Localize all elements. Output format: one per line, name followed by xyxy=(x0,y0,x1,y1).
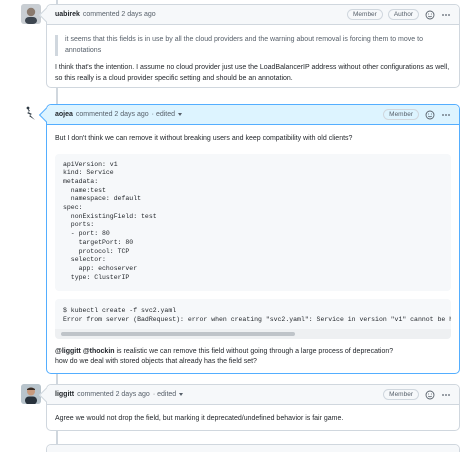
quoted-reply: it seems that this fields is in use by a… xyxy=(55,35,451,56)
shell-code-block: $ kubectl create -f svc2.yaml Error from… xyxy=(55,299,451,339)
triangle-down-icon xyxy=(179,393,184,396)
comment-aojea: aojea commented 2 days ago · edited Memb… xyxy=(38,104,460,376)
member-badge: Member xyxy=(383,109,419,120)
comment-header: liggitt commented 2 days ago · edited Me… xyxy=(38,385,459,405)
edited-label: · edited xyxy=(152,391,177,398)
edited-dropdown[interactable]: · edited xyxy=(151,111,183,118)
comment-timestamp[interactable]: commented 2 days ago xyxy=(83,11,156,18)
edited-dropdown[interactable]: · edited xyxy=(152,391,184,398)
comment-body: Agree we would not drop the field, but m… xyxy=(47,405,459,433)
smiley-icon[interactable] xyxy=(424,109,435,120)
yaml-code-block: apiVersion: v1 kind: Service metadata: n… xyxy=(55,153,451,292)
kebab-horizontal-icon[interactable] xyxy=(440,389,451,400)
comment-paragraph: I think that's the intention. I assume n… xyxy=(55,64,450,82)
member-badge: Member xyxy=(347,9,383,20)
comment-liggitt: liggitt commented 2 days ago · edited Me… xyxy=(38,384,460,433)
comment-body: it seems that this fields is in use by a… xyxy=(47,25,459,98)
outro-text: is realistic we can remove this field wi… xyxy=(114,347,394,355)
smiley-icon[interactable] xyxy=(424,9,435,20)
comment-body: But I don't think we can remove it witho… xyxy=(47,125,459,376)
comment-header: uabirek commented 2 days ago Member Auth… xyxy=(38,5,459,25)
edited-label: · edited xyxy=(151,111,176,118)
comment-author[interactable]: liggitt xyxy=(55,391,74,398)
author-badge: Author xyxy=(387,9,419,20)
smiley-icon[interactable] xyxy=(424,389,435,400)
outro-text-line2: how do we deal with stored objects that … xyxy=(55,358,257,366)
comment-timestamp[interactable]: commented 2 days ago xyxy=(76,111,149,118)
comment-author[interactable]: uabirek xyxy=(55,11,80,18)
comment-paragraph: But I don't think we can remove it witho… xyxy=(55,135,353,142)
kebab-horizontal-icon[interactable] xyxy=(440,9,451,20)
member-badge: Member xyxy=(383,389,419,400)
comment-header: aojea commented 2 days ago · edited Memb… xyxy=(38,105,459,125)
comment-paragraph: Agree we would not drop the field, but m… xyxy=(55,415,344,422)
comment-uabirek: uabirek commented 2 days ago Member Auth… xyxy=(38,4,460,88)
horizontal-scrollbar-thumb[interactable] xyxy=(61,331,295,336)
kebab-horizontal-icon[interactable] xyxy=(440,109,451,120)
comment-timestamp[interactable]: commented 2 days ago xyxy=(77,391,150,398)
comment-header xyxy=(47,445,459,452)
triangle-down-icon xyxy=(178,113,183,116)
comment-paragraph-mentions: @liggitt @thockin is realistic we can re… xyxy=(55,347,451,368)
mention-liggitt[interactable]: @liggitt xyxy=(55,348,81,355)
comment-author[interactable]: aojea xyxy=(55,111,73,118)
next-comment-partial xyxy=(46,444,460,452)
mention-thockin[interactable]: @thockin xyxy=(83,348,115,355)
